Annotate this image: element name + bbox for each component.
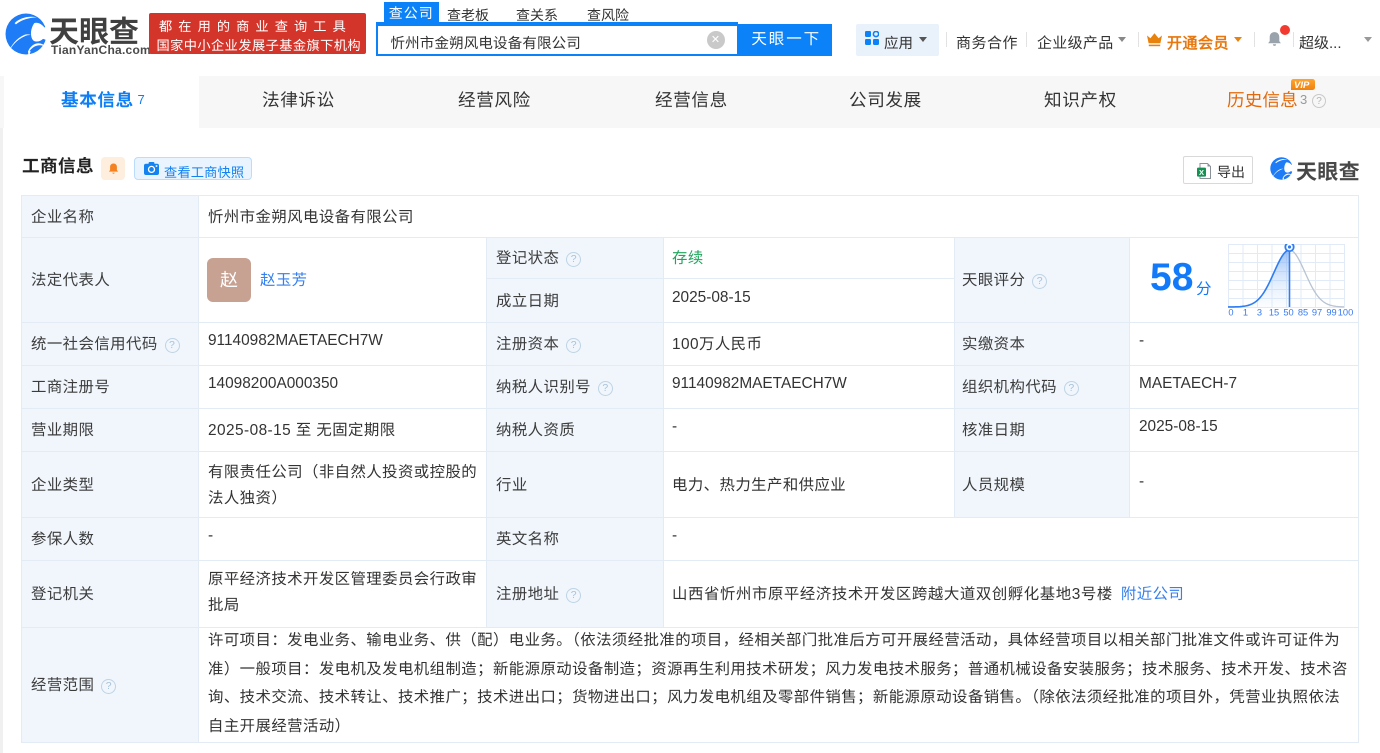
svg-text:0: 0 (1228, 308, 1233, 318)
svg-text:97: 97 (1312, 308, 1322, 318)
svg-text:85: 85 (1298, 308, 1308, 318)
svg-text:15: 15 (1269, 308, 1279, 318)
svg-text:100: 100 (1338, 308, 1353, 318)
svg-text:50: 50 (1283, 308, 1293, 318)
svg-text:3: 3 (1257, 308, 1262, 318)
svg-text:X: X (1199, 167, 1204, 176)
svg-text:1: 1 (1243, 308, 1248, 318)
svg-text:99: 99 (1326, 308, 1336, 318)
